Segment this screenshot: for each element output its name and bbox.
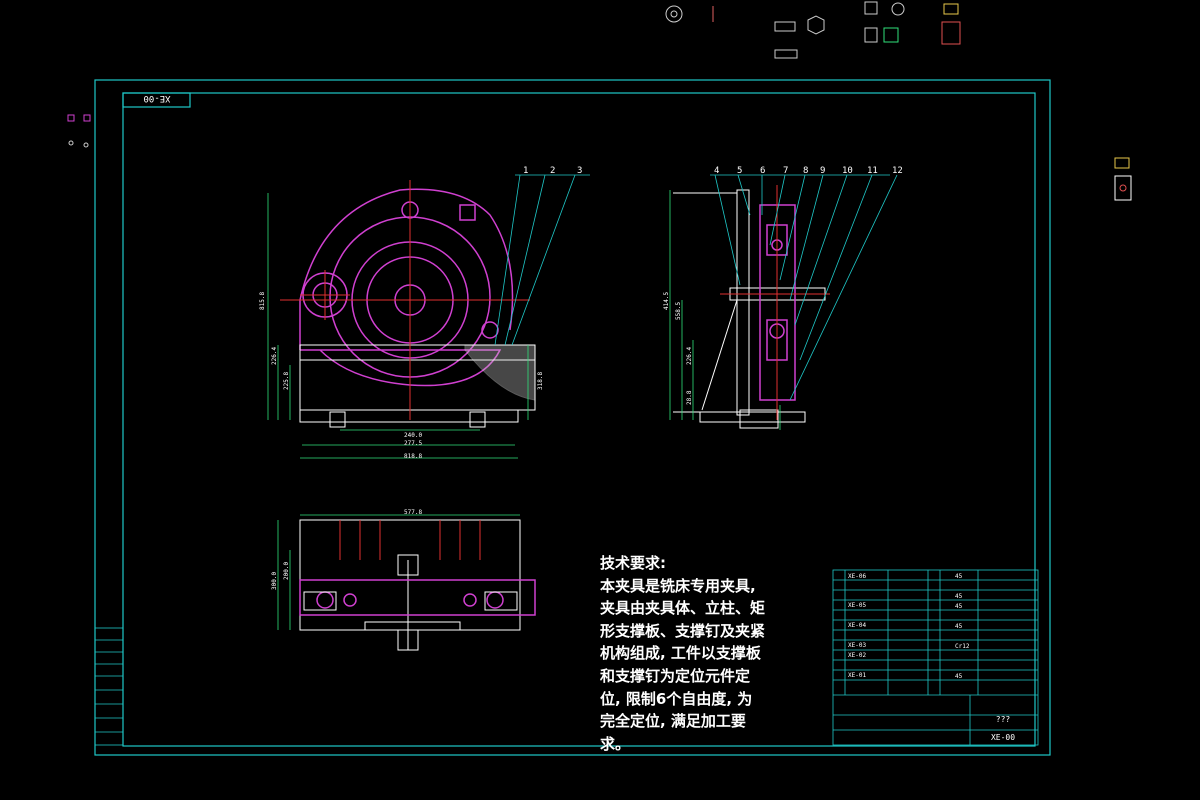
tech-line-4: 机构组成, 工件以支撑板 xyxy=(600,644,761,663)
dim-front-width-2: 277.5 xyxy=(404,440,422,447)
technical-requirements: 技术要求: 本夹具是铣床专用夹具, 夹具由夹具体、立柱、矩 形支撑板、支撑钉及夹… xyxy=(600,552,770,755)
callout-12: 12 xyxy=(892,166,903,176)
callout-9: 9 xyxy=(820,166,825,176)
callout-4: 4 xyxy=(714,166,719,176)
dimension-labels: 240.0 277.5 818.8 577.8 815.8 226.4 225.… xyxy=(259,292,693,590)
callout-2: 2 xyxy=(550,166,555,176)
dim-side-height-2: 558.5 xyxy=(675,302,682,320)
drawing-code-label: XE-00 xyxy=(143,93,170,103)
dim-front-height-4: 318.8 xyxy=(537,372,544,390)
title-mark: ??? xyxy=(996,715,1011,724)
svg-text:XE-05: XE-05 xyxy=(848,602,866,609)
dim-side-height-4: 28.8 xyxy=(686,390,693,405)
svg-text:45: 45 xyxy=(955,593,963,600)
tech-line-7: 完全定位, 满足加工要 xyxy=(600,712,746,731)
dim-top-height-2: 200.0 xyxy=(283,562,290,580)
tech-line-3: 形支撑板、支撑钉及夹紧 xyxy=(600,621,766,640)
callout-8: 8 xyxy=(803,166,808,176)
callout-5: 5 xyxy=(737,166,742,176)
drawing-number: XE-00 xyxy=(991,733,1015,742)
leader-lines xyxy=(494,174,898,401)
dim-side-height-3: 226.4 xyxy=(686,347,693,365)
screw-icon xyxy=(774,49,798,59)
nut-icon xyxy=(807,15,825,35)
svg-text:XE-04: XE-04 xyxy=(848,622,866,629)
bolt-icon xyxy=(774,21,796,32)
svg-text:XE-06: XE-06 xyxy=(848,573,866,580)
washer-icon xyxy=(665,5,683,23)
left-side-table xyxy=(94,627,124,746)
tech-heading: 技术要求: xyxy=(600,554,666,572)
dim-front-height-3: 225.8 xyxy=(283,372,290,390)
tech-line-2: 夹具由夹具体、立柱、矩 xyxy=(600,599,766,618)
callout-10: 10 xyxy=(842,166,853,176)
svg-text:45: 45 xyxy=(955,573,963,580)
side-view xyxy=(669,185,830,430)
callout-6: 6 xyxy=(760,166,765,176)
svg-text:XE-03: XE-03 xyxy=(848,642,866,649)
dim-top-width: 577.8 xyxy=(404,509,422,516)
svg-text:XE-01: XE-01 xyxy=(848,672,866,679)
dim-front-width-3: 818.8 xyxy=(404,453,422,460)
svg-text:Cr12: Cr12 xyxy=(955,643,970,650)
callout-3: 3 xyxy=(577,166,582,176)
top-view xyxy=(277,514,536,651)
front-view xyxy=(267,180,536,459)
dim-front-height-1: 815.8 xyxy=(259,292,266,310)
callout-11: 11 xyxy=(867,166,878,176)
dim-front-width-1: 240.0 xyxy=(404,432,422,439)
inner-border xyxy=(122,92,1036,747)
dim-side-height-1: 414.5 xyxy=(663,292,670,310)
cad-drawing-canvas: XE-00 XE-06 XE-05 XE-04 XE-03 XE-02 XE-0… xyxy=(0,0,1200,800)
hex-icon xyxy=(891,2,905,16)
svg-text:XE-02: XE-02 xyxy=(848,652,866,659)
callout-1: 1 xyxy=(523,166,528,176)
dim-front-height-2: 226.4 xyxy=(271,347,278,365)
parts-list-text: XE-06XE-05 XE-04XE-03 XE-02XE-01 454545 … xyxy=(848,573,970,680)
svg-text:45: 45 xyxy=(955,623,963,630)
top-symbol-library xyxy=(67,1,1132,201)
tech-line-5: 和支撑钉为定位元件定 xyxy=(600,666,751,685)
dim-top-height-1: 300.0 xyxy=(271,572,278,590)
svg-text:45: 45 xyxy=(955,673,963,680)
body-outline xyxy=(299,188,514,350)
tech-line-6: 位, 限制6个自由度, 为 xyxy=(600,689,753,708)
part-callouts: 1 2 3 4 5 6 7 8 9 10 11 12 xyxy=(523,166,903,176)
tech-line-8: 求。 xyxy=(600,734,631,753)
callout-7: 7 xyxy=(783,166,788,176)
svg-text:45: 45 xyxy=(955,603,963,610)
tech-line-1: 本夹具是铣床专用夹具, xyxy=(600,576,756,595)
